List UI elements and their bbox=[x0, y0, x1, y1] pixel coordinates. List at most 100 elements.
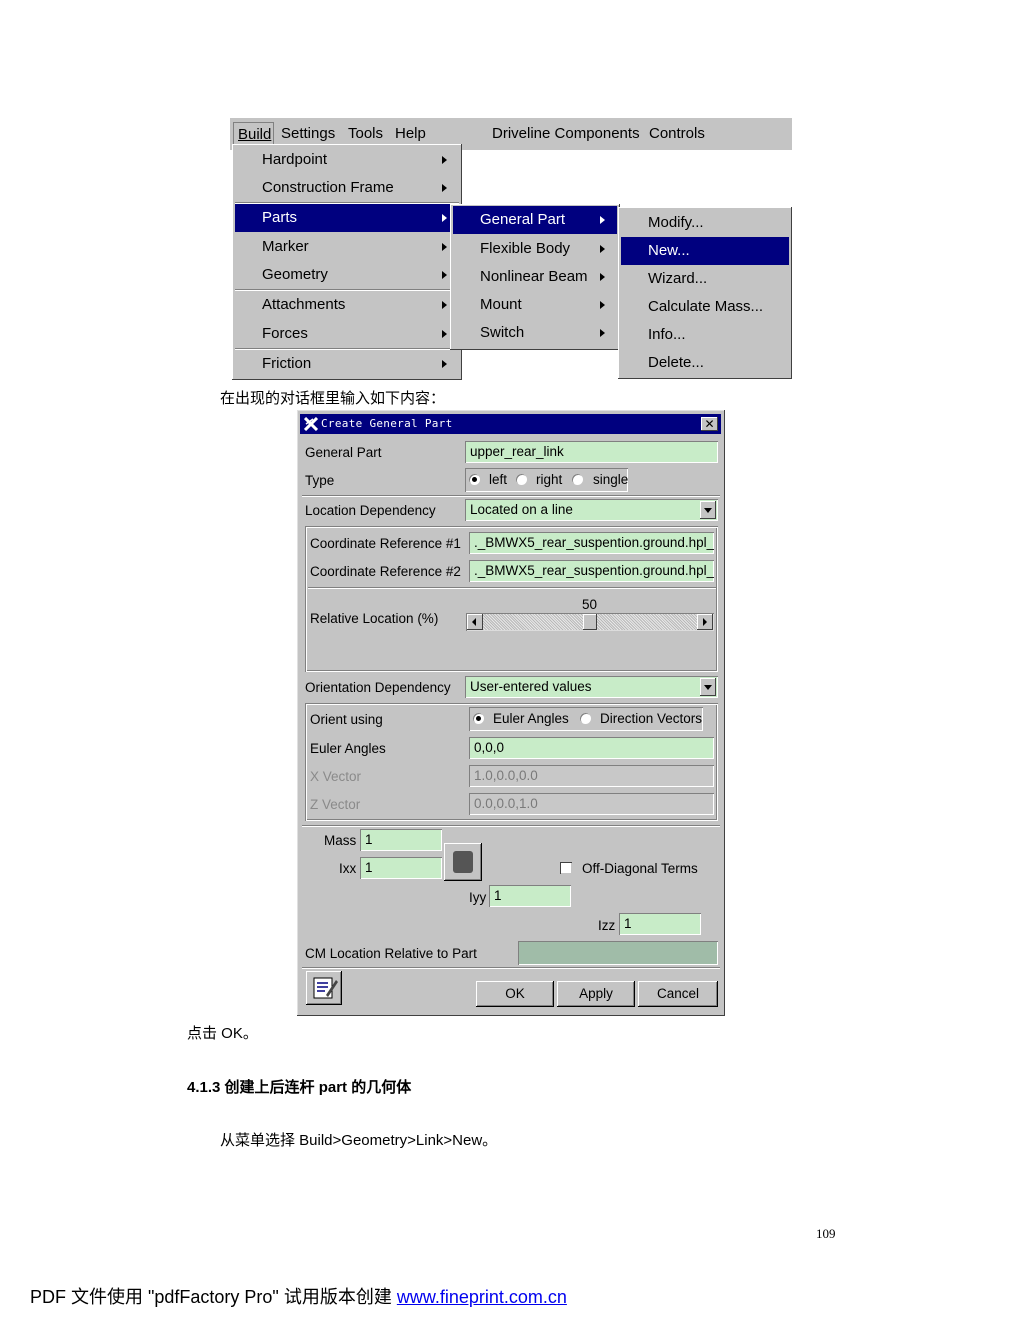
menu-item-forces[interactable]: Forces bbox=[235, 320, 459, 348]
off-diagonal-checkbox[interactable] bbox=[560, 862, 572, 874]
menu-help[interactable]: Help bbox=[395, 125, 426, 142]
page-number: 109 bbox=[816, 1226, 836, 1241]
dropdown-arrow-icon bbox=[700, 678, 716, 696]
menu-item-label: Mount bbox=[480, 296, 522, 313]
menu-item-label: Wizard... bbox=[648, 270, 708, 287]
menu-item-label: Calculate Mass... bbox=[648, 298, 764, 315]
divider bbox=[308, 587, 716, 589]
menu-item-label: Nonlinear Beam bbox=[480, 268, 588, 285]
menu-item-delete[interactable]: Delete... bbox=[621, 349, 789, 377]
orient-euler-radio[interactable] bbox=[472, 712, 485, 725]
menu-item-flexible-body[interactable]: Flexible Body bbox=[453, 235, 617, 263]
apply-button[interactable]: Apply bbox=[557, 981, 635, 1007]
orientation-dependency-select[interactable]: User-entered values bbox=[465, 676, 718, 698]
menu-item-label: Parts bbox=[262, 209, 298, 226]
intro-text: 在出现的对话框里输入如下内容： bbox=[220, 390, 446, 407]
menu-item-label: General Part bbox=[480, 211, 566, 228]
section-heading: 4.1.3 创建上后连杆 part 的几何体 bbox=[187, 1079, 412, 1096]
menu-item-label: Hardpoint bbox=[262, 151, 328, 168]
menu-item-construction-frame[interactable]: Construction Frame bbox=[235, 174, 459, 202]
ixx-input[interactable]: 1 bbox=[360, 857, 442, 879]
menu-item-attachments[interactable]: Attachments bbox=[235, 291, 459, 319]
menu-item-modify[interactable]: Modify... bbox=[621, 209, 789, 237]
submenu-arrow-icon bbox=[442, 271, 447, 279]
menu-path-text: 从菜单选择 Build>Geometry>Link>New。 bbox=[220, 1132, 498, 1149]
type-radio-group: left right single bbox=[465, 468, 628, 492]
orient-euler-label: Euler Angles bbox=[493, 711, 569, 726]
slider-right-arrow-icon[interactable] bbox=[697, 614, 713, 630]
cancel-button[interactable]: Cancel bbox=[638, 981, 718, 1007]
menu-settings[interactable]: Settings bbox=[281, 125, 335, 142]
mass-input[interactable]: 1 bbox=[360, 829, 442, 851]
iyy-label: Iyy bbox=[469, 890, 487, 905]
menu-item-label: Attachments bbox=[262, 296, 346, 313]
menu-item-switch[interactable]: Switch bbox=[453, 319, 617, 347]
location-dependency-select[interactable]: Located on a line bbox=[465, 499, 718, 521]
submenu-arrow-icon bbox=[600, 301, 605, 309]
build-menu: Hardpoint Construction Frame Parts Marke… bbox=[232, 144, 462, 380]
menu-item-label: New... bbox=[648, 242, 690, 259]
slider-left-arrow-icon[interactable] bbox=[467, 614, 483, 630]
type-right-radio[interactable] bbox=[515, 473, 528, 486]
menu-item-parts[interactable]: Parts bbox=[235, 204, 459, 232]
cm-location-label: CM Location Relative to Part bbox=[305, 946, 477, 961]
izz-input[interactable]: 1 bbox=[619, 913, 701, 935]
submenu-arrow-icon bbox=[442, 330, 447, 338]
submenu-arrow-icon bbox=[442, 243, 447, 251]
relative-location-value: 50 bbox=[582, 597, 598, 612]
menu-item-label: Geometry bbox=[262, 266, 328, 283]
type-left-radio[interactable] bbox=[468, 473, 481, 486]
menu-item-geometry[interactable]: Geometry bbox=[235, 261, 459, 289]
menu-item-mount[interactable]: Mount bbox=[453, 291, 617, 319]
menu-item-marker[interactable]: Marker bbox=[235, 233, 459, 261]
ixx-label: Ixx bbox=[339, 861, 357, 876]
color-picker-button[interactable] bbox=[444, 843, 482, 881]
type-single-radio[interactable] bbox=[571, 473, 584, 486]
divider bbox=[302, 825, 720, 827]
footer-link[interactable]: www.fineprint.com.cn bbox=[397, 1287, 567, 1307]
z-vector-input: 0.0,0.0,1.0 bbox=[469, 793, 714, 815]
close-icon: ✕ bbox=[704, 417, 715, 431]
relative-location-slider[interactable] bbox=[466, 613, 714, 631]
orient-using-radio-group: Euler Angles Direction Vectors bbox=[469, 707, 703, 731]
ok-button[interactable]: OK bbox=[476, 981, 554, 1007]
orientation-dependency-label: Orientation Dependency bbox=[305, 680, 451, 695]
type-label: Type bbox=[305, 473, 335, 488]
menu-item-label: Flexible Body bbox=[480, 240, 571, 257]
dialog-title: Create General Part bbox=[321, 417, 453, 430]
menu-item-general-part[interactable]: General Part bbox=[453, 206, 617, 234]
general-part-submenu: Modify... New... Wizard... Calculate Mas… bbox=[618, 207, 792, 379]
dialog-titlebar: Create General Part ✕ bbox=[300, 414, 721, 434]
menu-item-label: Delete... bbox=[648, 354, 704, 371]
menu-item-nonlinear-beam[interactable]: Nonlinear Beam bbox=[453, 263, 617, 291]
location-dependency-label: Location Dependency bbox=[305, 503, 436, 518]
orientation-dependency-value: User-entered values bbox=[470, 679, 592, 694]
coord-ref-1-input[interactable]: ._BMWX5_rear_suspention.ground.hpl_ bbox=[469, 532, 714, 554]
menu-item-wizard[interactable]: Wizard... bbox=[621, 265, 789, 293]
menu-build[interactable]: Build bbox=[233, 122, 275, 145]
menu-item-friction[interactable]: Friction bbox=[235, 350, 459, 378]
iyy-input[interactable]: 1 bbox=[489, 885, 571, 907]
notes-button[interactable] bbox=[306, 971, 342, 1005]
x-vector-label: X Vector bbox=[310, 769, 362, 784]
menu-driveline-components[interactable]: Driveline Components bbox=[492, 125, 640, 142]
euler-angles-input[interactable]: 0,0,0 bbox=[469, 737, 714, 759]
menu-controls[interactable]: Controls bbox=[649, 125, 705, 142]
menu-item-new[interactable]: New... bbox=[621, 237, 789, 265]
location-dependency-value: Located on a line bbox=[470, 502, 573, 517]
orient-direction-radio[interactable] bbox=[579, 712, 592, 725]
menu-item-label: Modify... bbox=[648, 214, 704, 231]
coord-ref-2-input[interactable]: ._BMWX5_rear_suspention.ground.hpl_ bbox=[469, 560, 714, 582]
footer-text: PDF 文件使用 "pdfFactory Pro" 试用版本创建 bbox=[30, 1287, 397, 1307]
general-part-label: General Part bbox=[305, 445, 382, 460]
type-single-label: single bbox=[593, 472, 629, 487]
menu-item-info[interactable]: Info... bbox=[621, 321, 789, 349]
dropdown-arrow-icon bbox=[700, 501, 716, 519]
slider-thumb[interactable] bbox=[583, 614, 597, 630]
close-button[interactable]: ✕ bbox=[701, 417, 718, 431]
menu-item-hardpoint[interactable]: Hardpoint bbox=[235, 146, 459, 174]
general-part-input[interactable]: upper_rear_link bbox=[465, 441, 718, 463]
menu-item-calculate-mass[interactable]: Calculate Mass... bbox=[621, 293, 789, 321]
menu-tools[interactable]: Tools bbox=[348, 125, 383, 142]
cm-location-input[interactable] bbox=[518, 941, 718, 965]
